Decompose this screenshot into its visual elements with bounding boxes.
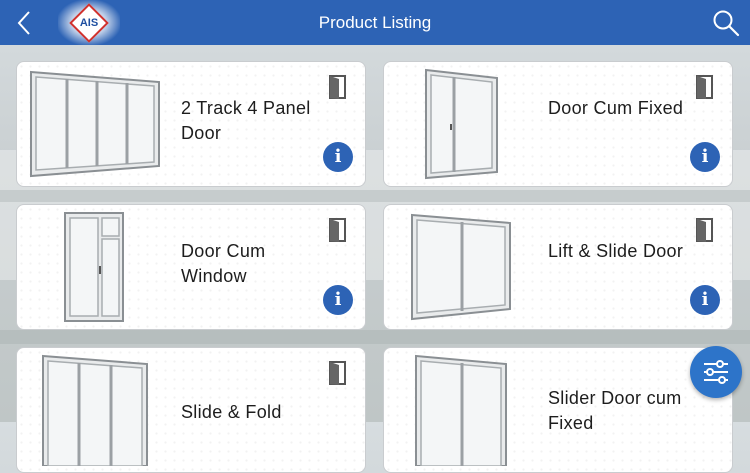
product-card[interactable]: Door Cum Window i	[16, 204, 366, 330]
door-icon	[329, 361, 346, 385]
product-card[interactable]: Door Cum Fixed i	[383, 61, 733, 187]
product-card[interactable]: Lift & Slide Door i	[383, 204, 733, 330]
chevron-left-icon[interactable]	[14, 10, 36, 36]
product-name: Lift & Slide Door	[548, 241, 684, 261]
product-image	[64, 212, 124, 322]
filter-button[interactable]	[690, 346, 742, 398]
product-card[interactable]: Slider Door cum Fixed	[383, 347, 733, 473]
door-icon	[329, 218, 346, 242]
info-icon[interactable]: i	[323, 285, 353, 315]
logo-text: AIS	[79, 16, 99, 29]
product-image	[42, 354, 148, 466]
product-name: Door Cum Window	[181, 241, 266, 286]
product-card[interactable]: Slide & Fold	[16, 347, 366, 473]
door-icon	[329, 75, 346, 99]
product-image	[415, 354, 507, 466]
product-image	[411, 213, 511, 321]
background-beam	[0, 330, 750, 344]
filter-sliders-icon	[704, 360, 728, 384]
info-icon[interactable]: i	[690, 285, 720, 315]
product-name: 2 Track 4 Panel Door	[181, 98, 311, 143]
product-card[interactable]: 2 Track 4 Panel Door i	[16, 61, 366, 187]
product-image	[30, 70, 160, 178]
product-name: Door Cum Fixed	[548, 98, 684, 118]
app-header: AIS Product Listing	[0, 0, 750, 45]
info-icon[interactable]: i	[690, 142, 720, 172]
product-image	[425, 68, 498, 180]
background-beam	[0, 190, 750, 202]
door-icon	[696, 75, 713, 99]
product-name: Slider Door cum Fixed	[548, 388, 682, 433]
product-name: Slide & Fold	[181, 402, 282, 422]
door-icon	[696, 218, 713, 242]
info-icon[interactable]: i	[323, 142, 353, 172]
search-icon[interactable]	[712, 9, 740, 37]
